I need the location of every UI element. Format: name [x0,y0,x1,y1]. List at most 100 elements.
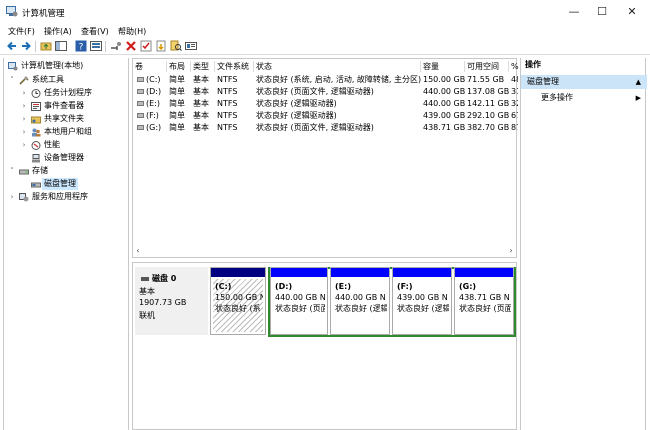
partition-body: (D:) 440.00 GB N 状态良好 (页面 [273,279,325,332]
check-icon[interactable] [140,40,152,52]
partition-size: 150.00 GB N [215,293,263,302]
back-icon[interactable] [6,40,18,52]
volume-capacity: 438.71 GB [423,123,465,132]
forward-icon[interactable] [20,40,32,52]
navigation-tree: 计算机管理(本地) ˅ 系统工具 › 任务计划程序 › 事件查看器 › 共享文件… [3,58,129,430]
volume-free-space: 71.55 GB [467,75,505,84]
partition-size: 440.00 GB N [275,293,325,302]
scroll-left-icon[interactable]: ‹ [133,245,143,257]
more-actions-item[interactable]: 更多操作 ▶ [541,92,645,104]
partition-c[interactable]: (C:) 150.00 GB N 状态良好 (系 [210,267,266,335]
partition-status: 状态良好 (页面 [275,304,325,313]
tree-item-label: 设备管理器 [44,153,84,162]
column-header-layout[interactable]: 布局 [167,61,191,72]
volume-status: 状态良好 (页面文件, 逻辑驱动器) [256,87,374,96]
partition-size: 438.71 GB N [459,293,510,302]
tree-item-task-scheduler[interactable]: › 任务计划程序 [20,87,128,99]
volume-list-header: 卷 布局 类型 文件系统 状态 容量 可用空间 % [133,61,519,72]
scroll-right-icon[interactable]: › [506,245,516,257]
partition-e[interactable]: (E:) 440.00 GB N 状态良好 (逻辑 [330,267,390,335]
computer-management-icon [8,62,18,71]
menu-file[interactable]: 文件(F) [8,26,35,37]
tree-item-label: 事件查看器 [44,101,84,110]
expand-icon[interactable]: › [20,126,28,138]
column-header-type[interactable]: 类型 [191,61,215,72]
volume-filesystem: NTFS [217,87,238,96]
actions-section-disk-management[interactable]: 磁盘管理 ▲ [521,75,647,89]
tree-item-disk-management[interactable]: 磁盘管理 [20,178,128,190]
menu-view[interactable]: 查看(V) [81,26,109,37]
table-row[interactable]: (G:) 简单 基本 NTFS 状态良好 (页面文件, 逻辑驱动器) 438.7… [133,122,518,133]
view-icon[interactable] [185,40,197,52]
partition-status: 状态良好 (页面 [459,304,511,313]
table-row[interactable]: (E:) 简单 基本 NTFS 状态良好 (逻辑驱动器) 440.00 GB 1… [133,98,518,109]
show-hide-tree-icon[interactable] [55,40,67,52]
column-header-volume[interactable]: 卷 [133,61,167,72]
close-button[interactable]: ✕ [616,0,648,24]
storage-icon [19,169,29,175]
partition-size: 440.00 GB N [335,293,386,302]
tree-item-system-tools[interactable]: ˅ 系统工具 [8,74,128,86]
up-folder-icon[interactable] [40,40,52,52]
tree-item-event-viewer[interactable]: › 事件查看器 [20,100,128,112]
disk-size: 1907.73 GB [139,298,187,307]
menu-action[interactable]: 操作(A) [44,26,72,37]
partition-bar [455,268,513,277]
expand-icon[interactable]: ˅ [8,74,16,86]
partition-letter: (G:) [459,282,477,291]
partition-letter: (C:) [215,282,232,291]
export-icon[interactable] [155,40,167,52]
tree-item-computer-management[interactable]: 计算机管理(本地) [6,60,128,72]
collapse-icon[interactable]: ▲ [636,75,641,89]
tree-item-storage[interactable]: ˅ 存储 [8,165,128,177]
column-header-status[interactable]: 状态 [254,61,421,72]
expand-icon[interactable]: › [20,113,28,125]
toolbar: ? [0,38,650,55]
volume-type: 基本 [193,111,209,120]
maximize-button[interactable]: ☐ [586,0,618,24]
toolbar-separator [35,41,36,52]
tree-item-services-apps[interactable]: › 服务和应用程序 [8,191,128,203]
horizontal-scrollbar[interactable]: ‹ › [133,245,516,257]
table-row[interactable]: (D:) 简单 基本 NTFS 状态良好 (页面文件, 逻辑驱动器) 440.0… [133,86,518,97]
clock-icon [31,89,41,98]
disk-info[interactable]: 磁盘 0 基本 1907.73 GB 联机 [135,267,208,335]
table-row[interactable]: (F:) 简单 基本 NTFS 状态良好 (逻辑驱动器) 439.00 GB 2… [133,110,518,121]
partition-d[interactable]: (D:) 440.00 GB N 状态良好 (页面 [270,267,328,335]
svg-text:?: ? [79,43,84,53]
partition-f[interactable]: (F:) 439.00 GB N 状态良好 (逻辑 [392,267,452,335]
disk-management-icon [31,182,41,188]
column-header-free-space[interactable]: 可用空间 [465,61,509,72]
connect-icon[interactable] [110,40,122,52]
tree-item-local-users[interactable]: › 本地用户和组 [20,126,128,138]
column-header-percent[interactable]: % [509,61,519,72]
volume-percent: 87 [511,123,518,132]
volume-type: 基本 [193,87,209,96]
search-icon[interactable] [170,40,182,52]
expand-icon[interactable]: ˅ [8,165,16,177]
tree-item-performance[interactable]: › 性能 [20,139,128,151]
expand-icon[interactable]: › [20,100,28,112]
volume-filesystem: NTFS [217,99,238,108]
expand-icon[interactable]: › [20,87,28,99]
volume-capacity: 150.00 GB [423,75,465,84]
menu-help[interactable]: 帮助(H) [118,26,146,37]
help-icon[interactable]: ? [75,40,87,52]
partition-g[interactable]: (G:) 438.71 GB N 状态良好 (页面 [454,267,514,335]
expand-icon[interactable]: › [8,191,16,203]
tree-item-label: 计算机管理(本地) [21,61,84,70]
tree-item-device-manager[interactable]: 设备管理器 [20,152,128,164]
window-title: 计算机管理 [22,9,65,19]
partition-letter: (D:) [275,282,293,291]
partition-bar [331,268,389,277]
column-header-capacity[interactable]: 容量 [421,61,465,72]
volume-layout: 简单 [169,75,185,84]
partition-body: (G:) 438.71 GB N 状态良好 (页面 [457,279,511,332]
submenu-arrow-icon: ▶ [635,94,641,102]
expand-icon[interactable]: › [20,139,28,151]
tree-item-shared-folders[interactable]: › 共享文件夹 [20,113,128,125]
column-header-filesystem[interactable]: 文件系统 [215,61,254,72]
delete-icon[interactable] [125,40,137,52]
table-row[interactable]: (C:) 简单 基本 NTFS 状态良好 (系统, 启动, 活动, 故障转储, … [133,74,518,85]
properties-icon[interactable] [90,40,102,52]
